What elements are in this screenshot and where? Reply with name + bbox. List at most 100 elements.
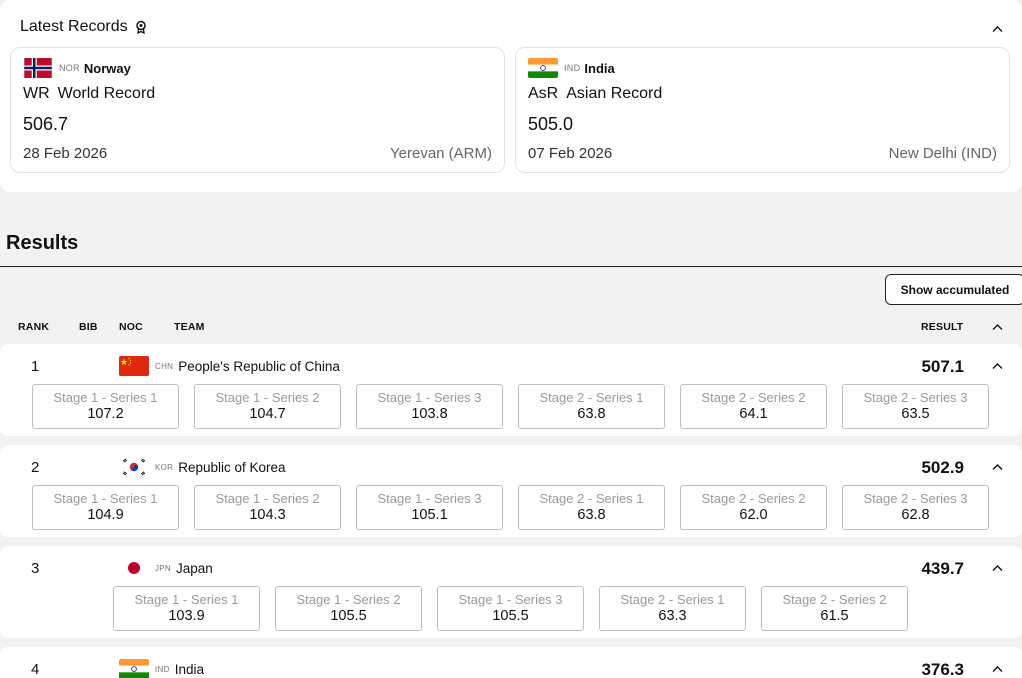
series-label: Stage 1 - Series 2 <box>215 390 320 405</box>
series-score-box: Stage 1 - Series 3 105.1 <box>356 485 503 530</box>
series-label: Stage 2 - Series 2 <box>701 390 806 405</box>
column-header-bib: BIB <box>79 321 98 333</box>
series-value: 62.0 <box>739 507 768 523</box>
collapse-records-chevron-icon[interactable] <box>990 22 1004 36</box>
team-rank: 2 <box>31 459 40 476</box>
record-country-name: India <box>584 60 615 76</box>
record-type-abbr: AsR <box>528 85 559 102</box>
team-noc-code: CHN <box>155 361 174 371</box>
record-date: 28 Feb 2026 <box>23 145 108 162</box>
record-country: IND India <box>528 58 615 78</box>
record-country-name: Norway <box>83 60 131 76</box>
japan-flag-icon <box>119 558 149 578</box>
series-label: Stage 2 - Series 1 <box>539 390 644 405</box>
collapse-team-chevron-icon[interactable] <box>990 662 1004 676</box>
record-country-code: NOR <box>59 63 80 73</box>
series-label: Stage 1 - Series 3 <box>377 390 482 405</box>
column-header-team: TEAM <box>174 321 205 333</box>
series-value: 105.1 <box>411 507 448 523</box>
series-score-box: Stage 1 - Series 3 103.8 <box>356 384 503 429</box>
series-value: 61.5 <box>820 608 849 624</box>
column-header-noc: NOC <box>119 321 143 333</box>
series-score-box: Stage 1 - Series 1 107.2 <box>32 384 179 429</box>
latest-records-panel: Latest Records NOR Norway WR World Record… <box>0 0 1022 192</box>
china-flag-icon <box>119 356 149 376</box>
record-card-asian: IND India AsR Asian Record 505.0 07 Feb 2… <box>515 47 1010 173</box>
series-label: Stage 2 - Series 3 <box>863 390 968 405</box>
series-label: Stage 1 - Series 1 <box>53 390 158 405</box>
series-score-box: Stage 1 - Series 1 104.9 <box>32 485 179 530</box>
series-label: Stage 2 - Series 1 <box>539 491 644 506</box>
team-result: 507.1 <box>921 357 964 376</box>
series-value: 63.5 <box>901 406 930 422</box>
show-accumulated-button[interactable]: Show accumulated <box>885 274 1022 305</box>
series-label: Stage 2 - Series 2 <box>782 592 887 607</box>
team-noc: IND India <box>119 659 204 678</box>
collapse-team-chevron-icon[interactable] <box>990 460 1004 474</box>
team-noc: KOR Republic of Korea <box>119 457 286 477</box>
record-place: Yerevan (ARM) <box>390 145 492 162</box>
record-type-abbr: WR <box>23 85 50 102</box>
series-label: Stage 1 - Series 3 <box>377 491 482 506</box>
series-label: Stage 2 - Series 3 <box>863 491 968 506</box>
series-scores: Stage 1 - Series 1 107.2 Stage 1 - Series… <box>0 384 1022 429</box>
series-score-box: Stage 2 - Series 1 63.8 <box>518 485 665 530</box>
series-label: Stage 1 - Series 3 <box>458 592 563 607</box>
series-label: Stage 1 - Series 1 <box>53 491 158 506</box>
series-label: Stage 1 - Series 1 <box>134 592 239 607</box>
series-value: 107.2 <box>87 406 124 422</box>
norway-flag-icon <box>23 58 53 78</box>
series-score-box: Stage 2 - Series 2 61.5 <box>761 586 908 631</box>
series-value: 63.8 <box>577 406 606 422</box>
team-rank: 1 <box>31 358 40 375</box>
team-name: Japan <box>176 560 213 576</box>
series-score-box: Stage 1 - Series 2 105.5 <box>275 586 422 631</box>
collapse-team-chevron-icon[interactable] <box>990 561 1004 575</box>
team-noc: CHN People's Republic of China <box>119 356 340 376</box>
column-header-result: RESULT <box>921 321 964 333</box>
team-row-kor[interactable]: 2 KOR Republic of Korea 502.9 Stage 1 - … <box>0 445 1022 537</box>
series-score-box: Stage 2 - Series 1 63.8 <box>518 384 665 429</box>
series-score-box: Stage 1 - Series 1 103.9 <box>113 586 260 631</box>
team-name: Republic of Korea <box>178 459 286 475</box>
record-value: 506.7 <box>23 114 69 134</box>
medal-icon <box>134 20 148 34</box>
series-value: 103.9 <box>168 608 205 624</box>
series-value: 103.8 <box>411 406 448 422</box>
team-name: India <box>174 661 204 677</box>
series-label: Stage 2 - Series 1 <box>620 592 725 607</box>
series-value: 63.3 <box>658 608 687 624</box>
results-divider <box>0 266 1022 267</box>
series-score-box: Stage 1 - Series 3 105.5 <box>437 586 584 631</box>
record-type-name: Asian Record <box>566 85 663 102</box>
latest-records-title: Latest Records <box>20 18 128 35</box>
record-date: 07 Feb 2026 <box>528 145 613 162</box>
series-value: 105.5 <box>330 608 367 624</box>
team-row-ind[interactable]: 4 IND India 376.3 <box>0 647 1022 678</box>
series-score-box: Stage 2 - Series 3 62.8 <box>842 485 989 530</box>
india-flag-icon <box>119 659 149 678</box>
series-score-box: Stage 2 - Series 3 63.5 <box>842 384 989 429</box>
team-name: People's Republic of China <box>178 358 340 374</box>
series-score-box: Stage 2 - Series 1 63.3 <box>599 586 746 631</box>
series-value: 104.3 <box>249 507 286 523</box>
team-result: 439.7 <box>921 559 964 578</box>
series-value: 64.1 <box>739 406 768 422</box>
collapse-team-chevron-icon[interactable] <box>990 359 1004 373</box>
series-label: Stage 1 - Series 2 <box>296 592 401 607</box>
record-place: New Delhi (IND) <box>888 145 997 162</box>
team-row-chn[interactable]: 1 CHN People's Republic of China 507.1 S… <box>0 344 1022 436</box>
record-type-name: World Record <box>57 85 156 102</box>
record-value: 505.0 <box>528 114 574 134</box>
series-value: 63.8 <box>577 507 606 523</box>
series-value: 104.9 <box>87 507 124 523</box>
series-value: 105.5 <box>492 608 529 624</box>
india-flag-icon <box>528 58 558 78</box>
series-scores: Stage 1 - Series 1 104.9 Stage 1 - Series… <box>0 485 1022 530</box>
collapse-all-chevron-icon[interactable] <box>990 320 1004 334</box>
record-type: AsR Asian Record <box>528 85 662 103</box>
team-row-jpn[interactable]: 3 JPN Japan 439.7 Stage 1 - Series 1 103.… <box>0 546 1022 638</box>
column-header-rank: RANK <box>18 321 50 333</box>
series-scores: Stage 1 - Series 1 103.9 Stage 1 - Series… <box>0 586 1022 631</box>
series-score-box: Stage 1 - Series 2 104.7 <box>194 384 341 429</box>
